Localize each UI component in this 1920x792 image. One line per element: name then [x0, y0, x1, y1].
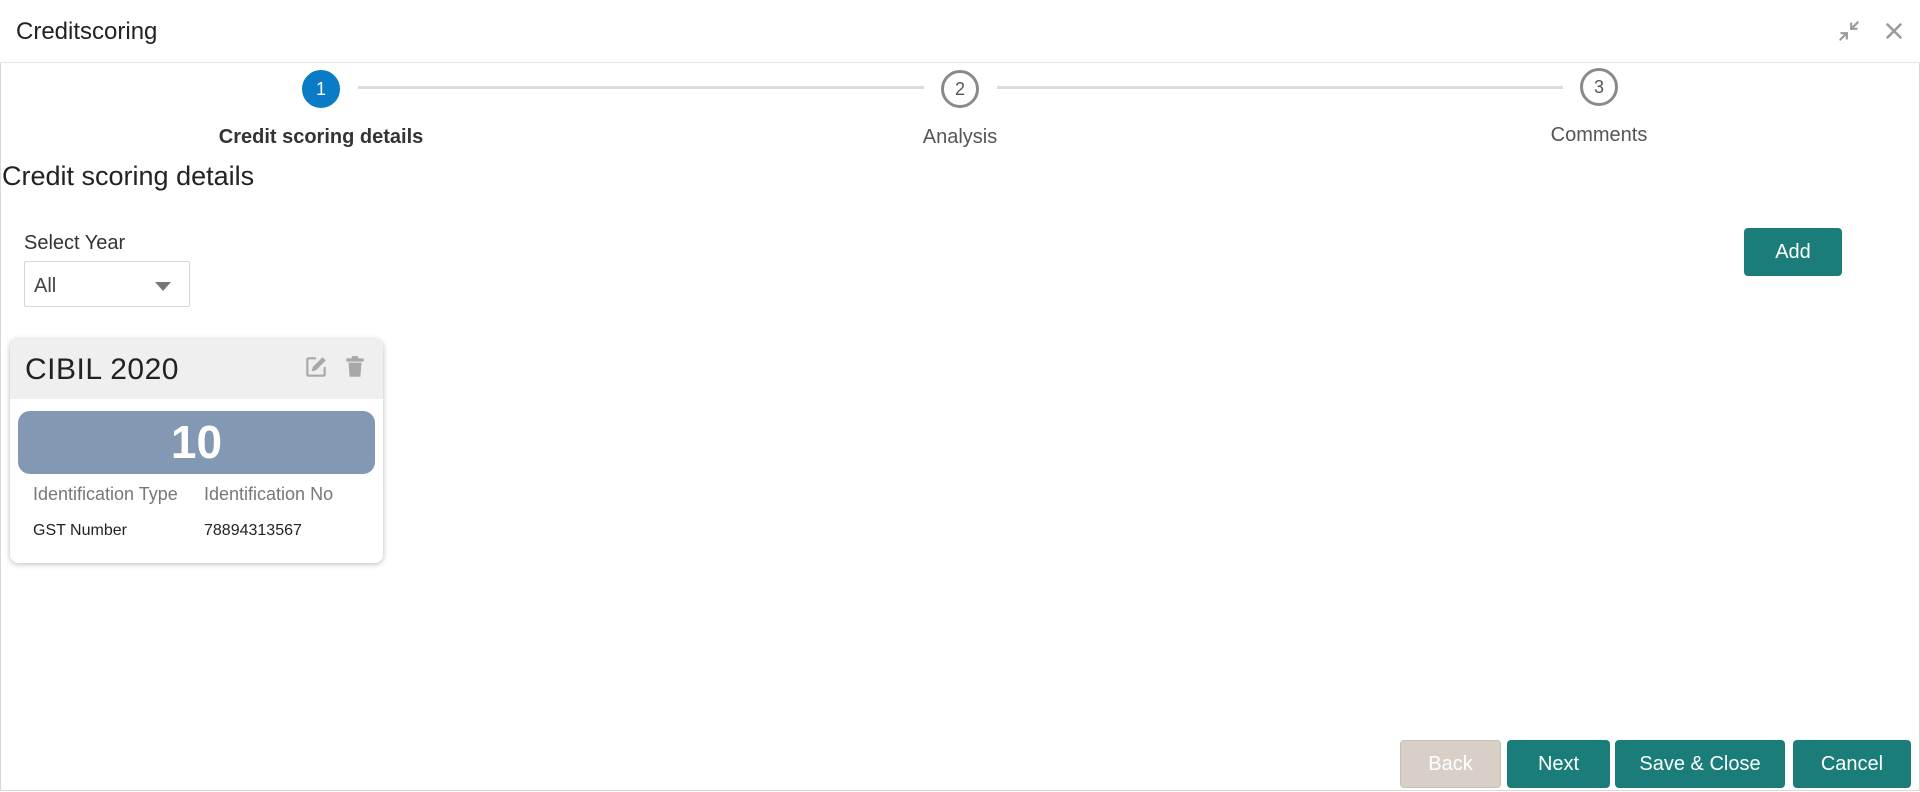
step-number[interactable]: 2	[941, 70, 979, 108]
section-title: Credit scoring details	[2, 161, 255, 191]
progress-stepper: 1 Credit scoring details 2 Analysis 3 Co…	[0, 62, 1920, 162]
identification-type-value: GST Number	[33, 522, 127, 539]
add-button[interactable]: Add	[1744, 228, 1842, 276]
close-icon[interactable]	[1881, 18, 1907, 44]
trash-icon[interactable]	[342, 354, 368, 380]
caret-down-icon	[155, 282, 171, 291]
step-label: Comments	[1550, 124, 1648, 146]
select-year-label: Select Year	[24, 232, 126, 254]
edit-icon[interactable]	[303, 354, 329, 380]
year-select-value: All	[34, 275, 57, 297]
card-header: CIBIL 2020	[10, 339, 383, 399]
identification-type-header: Identification Type	[33, 484, 178, 504]
step-credit-scoring-details[interactable]: 1 Credit scoring details	[171, 70, 471, 149]
step-comments[interactable]: 3 Comments	[1449, 68, 1749, 147]
score-value: 10	[18, 411, 375, 474]
window-title: Creditscoring	[16, 18, 158, 45]
step-number[interactable]: 1	[302, 70, 340, 108]
credit-score-card: CIBIL 2020 10 Identification Type Identi…	[10, 339, 383, 563]
step-analysis[interactable]: 2 Analysis	[810, 70, 1110, 149]
identification-no-header: Identification No	[204, 484, 334, 504]
save-close-button[interactable]: Save & Close	[1615, 740, 1785, 788]
year-select[interactable]: All	[24, 261, 190, 307]
next-button[interactable]: Next	[1507, 740, 1610, 788]
step-number[interactable]: 3	[1580, 68, 1618, 106]
title-bar: Creditscoring	[0, 0, 1920, 63]
cancel-button[interactable]: Cancel	[1793, 740, 1911, 788]
step-label: Analysis	[922, 126, 998, 148]
identification-no-value: 78894313567	[204, 522, 302, 539]
step-label: Credit scoring details	[218, 126, 424, 148]
card-title: CIBIL 2020	[25, 353, 179, 386]
collapse-arrows-icon[interactable]	[1836, 18, 1862, 44]
back-button[interactable]: Back	[1400, 740, 1501, 788]
